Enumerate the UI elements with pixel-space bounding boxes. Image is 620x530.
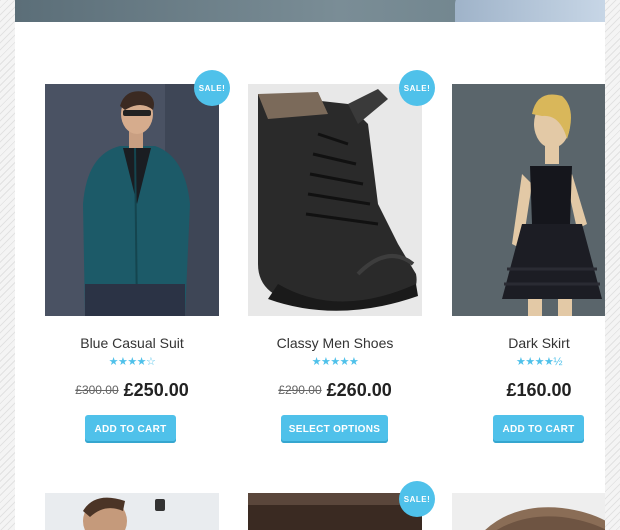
bag-photo <box>452 493 605 530</box>
sale-badge: SALE! <box>194 70 230 106</box>
dark-product-photo <box>248 493 422 530</box>
top-banner-image <box>15 0 605 22</box>
shoes-photo <box>248 84 422 316</box>
product-name[interactable]: Classy Men Shoes <box>248 335 422 351</box>
sale-badge: SALE! <box>399 481 435 517</box>
product-name[interactable]: Dark Skirt <box>452 335 605 351</box>
add-to-cart-button[interactable]: ADD TO CART <box>493 415 584 443</box>
product-image-suit[interactable] <box>45 84 219 316</box>
current-price: £260.00 <box>326 380 392 400</box>
add-to-cart-button[interactable]: ADD TO CART <box>85 415 176 443</box>
shop-content: SALE! Blue Casual Suit ★★★★☆ £300.00 £250… <box>15 0 605 530</box>
banner-shirt <box>455 0 605 22</box>
current-price: £250.00 <box>123 380 189 400</box>
rating-stars: ★★★★½ <box>515 356 563 368</box>
suit-photo <box>45 84 219 316</box>
product-price: £160.00 <box>452 380 605 401</box>
product-name[interactable]: Blue Casual Suit <box>45 335 219 351</box>
old-price: £300.00 <box>75 383 119 397</box>
product-image-next-2[interactable] <box>248 493 422 530</box>
rating-stars: ★★★★★ <box>311 356 359 368</box>
product-image-skirt[interactable] <box>452 84 605 316</box>
sale-badge: SALE! <box>399 70 435 106</box>
product-image-next-3[interactable] <box>452 493 605 530</box>
product-image-next-1[interactable] <box>45 493 219 530</box>
current-price: £160.00 <box>506 380 572 400</box>
skirt-photo <box>452 84 605 316</box>
select-options-button[interactable]: SELECT OPTIONS <box>281 415 388 443</box>
product-image-shoes[interactable] <box>248 84 422 316</box>
old-price: £290.00 <box>278 383 322 397</box>
man-photo <box>45 493 219 530</box>
product-price: £300.00 £250.00 <box>45 380 219 401</box>
product-price: £290.00 £260.00 <box>248 380 422 401</box>
rating-stars: ★★★★☆ <box>108 356 156 368</box>
